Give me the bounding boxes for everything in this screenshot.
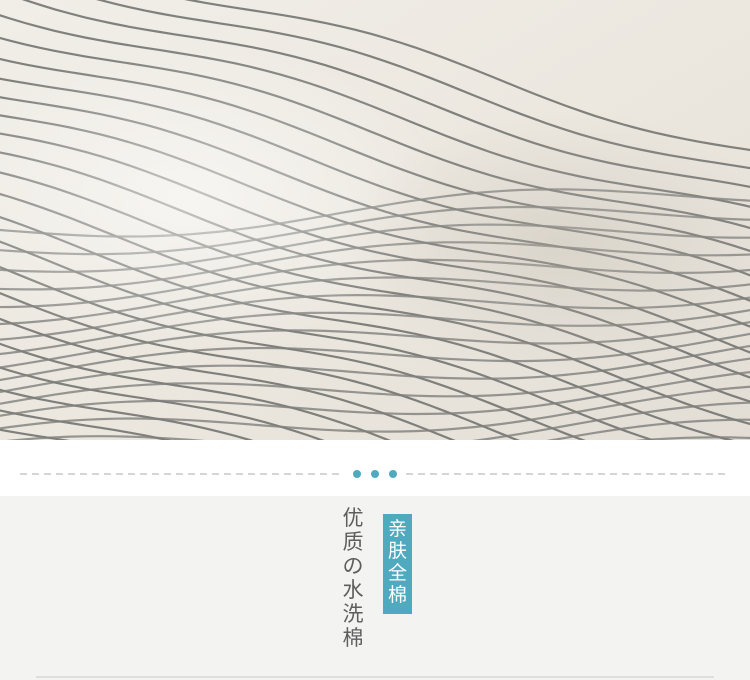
product-photo [0, 0, 750, 440]
feature-badge-label: 亲肤全棉 [387, 518, 407, 606]
bottom-divider-line [36, 676, 714, 678]
feature-badge: 亲肤全棉 [383, 514, 412, 614]
divider-dot-1 [353, 470, 361, 478]
divider-dot-3 [389, 470, 397, 478]
striped-fabric-illustration [0, 0, 750, 440]
divider-dot-2 [371, 470, 379, 478]
feature-section: 优质の水洗棉 亲肤全棉 [0, 496, 750, 680]
section-divider [0, 440, 750, 496]
feature-title: 优质の水洗棉 [342, 506, 364, 650]
